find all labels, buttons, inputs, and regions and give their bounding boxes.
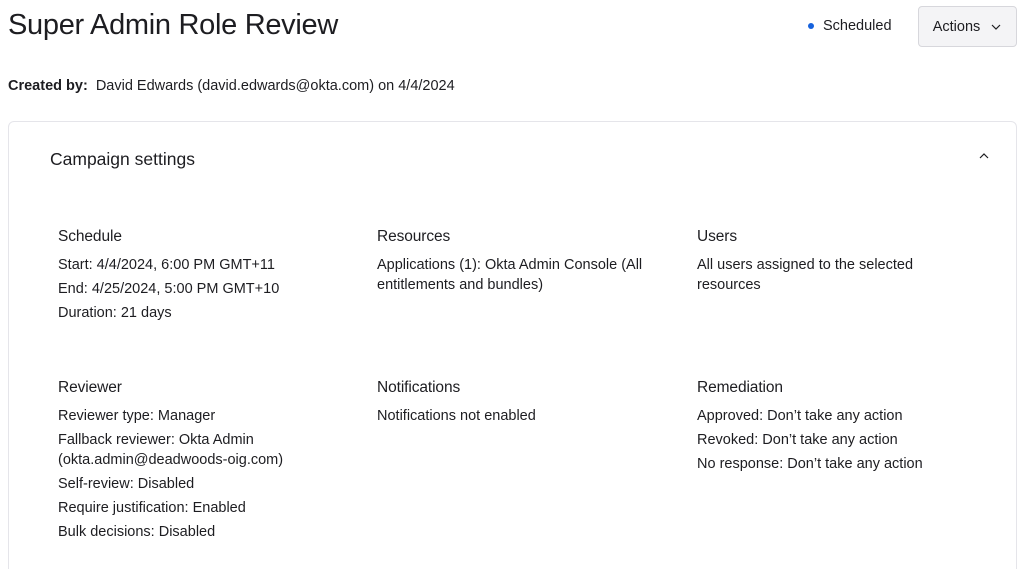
- section-reviewer: Reviewer Reviewer type: Manager Fallback…: [58, 379, 308, 546]
- section-heading: Reviewer: [58, 379, 122, 396]
- actions-label: Actions: [932, 18, 981, 35]
- section-schedule: Schedule Start: 4/4/2024, 6:00 PM GMT+11…: [58, 228, 358, 327]
- section-heading: Resources: [377, 228, 451, 245]
- status-label: Scheduled: [823, 18, 892, 34]
- section-resources: Resources Applications (1): Okta Admin C…: [377, 228, 647, 299]
- card-title: Campaign settings: [50, 149, 195, 169]
- section-heading: Remediation: [697, 379, 783, 396]
- remediation-revoked: Revoked: Don’t take any action: [697, 432, 898, 448]
- section-users: Users All users assigned to the selected…: [697, 228, 937, 299]
- reviewer-type: Reviewer type: Manager: [58, 408, 216, 424]
- campaign-settings-card: Campaign settings Schedule Start: 4/4/20…: [8, 121, 1017, 569]
- reviewer-justification: Require justification: Enabled: [58, 500, 246, 516]
- schedule-duration: Duration: 21 days: [58, 305, 172, 321]
- chevron-down-icon: [990, 21, 1002, 33]
- schedule-end: End: 4/25/2024, 5:00 PM GMT+10: [58, 281, 280, 297]
- actions-button[interactable]: Actions: [918, 6, 1017, 47]
- status-dot-icon: [808, 23, 814, 29]
- created-by-value: David Edwards (david.edwards@okta.com) o…: [95, 78, 455, 94]
- campaign-page: Super Admin Role Review Scheduled Action…: [0, 0, 1024, 569]
- resources-applications: Applications (1): Okta Admin Console (Al…: [377, 257, 643, 293]
- section-notifications: Notifications Notifications not enabled: [377, 379, 677, 430]
- remediation-no-response: No response: Don’t take any action: [697, 456, 923, 472]
- users-scope: All users assigned to the selected resou…: [697, 257, 914, 293]
- section-heading: Users: [697, 228, 737, 245]
- reviewer-bulk-decisions: Bulk decisions: Disabled: [58, 524, 216, 540]
- reviewer-fallback: Fallback reviewer: Okta Admin (okta.admi…: [58, 432, 284, 468]
- schedule-start: Start: 4/4/2024, 6:00 PM GMT+11: [58, 257, 275, 273]
- created-by-label: Created by:: [8, 78, 88, 94]
- section-heading: Schedule: [58, 228, 122, 245]
- chevron-up-icon[interactable]: [977, 149, 991, 163]
- reviewer-self-review: Self-review: Disabled: [58, 476, 195, 492]
- remediation-approved: Approved: Don’t take any action: [697, 408, 903, 424]
- created-by: Created by: David Edwards (david.edwards…: [8, 78, 455, 94]
- page-title: Super Admin Role Review: [8, 9, 338, 41]
- section-remediation: Remediation Approved: Don’t take any act…: [697, 379, 997, 478]
- section-heading: Notifications: [377, 379, 461, 396]
- notifications-status: Notifications not enabled: [377, 408, 536, 424]
- status-badge: Scheduled: [808, 18, 892, 34]
